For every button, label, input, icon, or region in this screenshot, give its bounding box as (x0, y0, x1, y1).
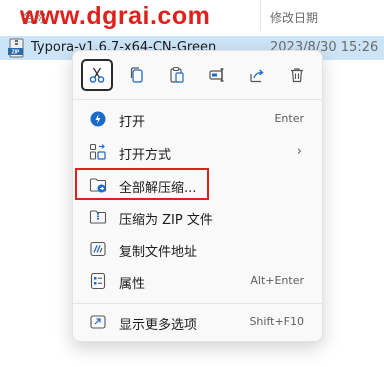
delete-button[interactable] (281, 59, 313, 91)
menu-item-label: 显示更多选项 (119, 318, 198, 333)
menu-item-more-options[interactable]: 显示更多选项 Shift+F10 (77, 306, 318, 338)
chevron-right-icon: › (296, 144, 302, 159)
svg-text:ZIP: ZIP (12, 50, 20, 56)
menu-divider (73, 99, 322, 100)
open-with-icon (89, 143, 106, 160)
date-column-header[interactable]: 修改日期 (270, 9, 318, 26)
open-icon (90, 111, 106, 127)
properties-icon (90, 272, 106, 290)
menu-item-label: 属性 (119, 277, 146, 292)
menu-item-label: 打开 (119, 115, 146, 130)
menu-item-compress-zip[interactable]: 压缩为 ZIP 文件 (77, 201, 318, 233)
copy-icon (130, 67, 143, 83)
menu-item-properties[interactable]: 属性 Alt+Enter (77, 265, 318, 297)
extract-folder-icon (89, 178, 107, 193)
menu-item-label: 复制文件地址 (119, 245, 198, 260)
menu-item-open-with[interactable]: 打开方式 › (77, 136, 318, 168)
paste-icon (170, 66, 184, 83)
menu-item-shortcut: Alt+Enter (250, 274, 304, 287)
delete-icon (291, 68, 303, 83)
menu-divider (73, 303, 322, 304)
zip-file-icon: ZIP (8, 38, 24, 58)
copy-path-icon (90, 241, 106, 257)
menu-item-label: 打开方式 (119, 148, 172, 163)
column-separator[interactable] (260, 0, 261, 30)
cut-button[interactable] (81, 59, 113, 91)
menu-item-copy-path[interactable]: 复制文件地址 (77, 233, 318, 265)
share-button[interactable] (241, 59, 273, 91)
cut-icon (89, 67, 105, 83)
menu-item-label: 压缩为 ZIP 文件 (119, 213, 213, 228)
paste-button[interactable] (161, 59, 193, 91)
menu-item-open[interactable]: 打开 Enter (77, 103, 318, 135)
zip-folder-icon (89, 210, 107, 224)
watermark-text: www.dgrai.com (20, 2, 211, 30)
rename-icon (209, 68, 224, 82)
menu-item-label: 全部解压缩... (119, 181, 197, 196)
share-icon (250, 69, 264, 83)
rename-button[interactable] (201, 59, 233, 91)
menu-item-shortcut: Shift+F10 (249, 315, 304, 328)
copy-button[interactable] (121, 59, 153, 91)
more-options-icon (90, 315, 106, 329)
menu-item-extract-all[interactable]: 全部解压缩... (77, 169, 318, 201)
quick-actions-bar (73, 51, 322, 99)
context-menu: 打开 Enter 打开方式 › 全部解压缩... 压缩为 ZIP 文件 复制文件… (72, 50, 323, 342)
menu-item-shortcut: Enter (274, 112, 304, 125)
